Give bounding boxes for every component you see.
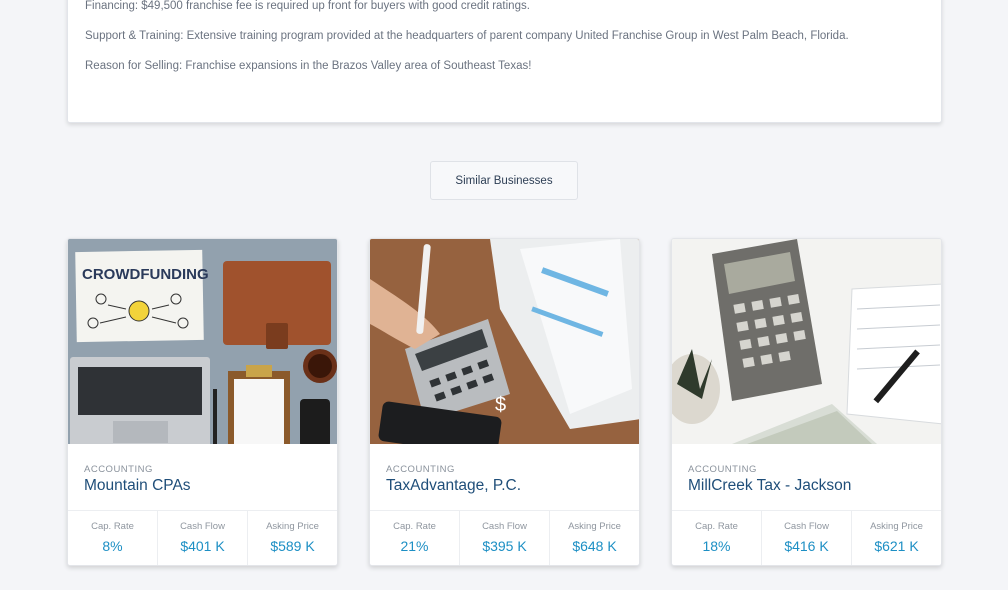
similar-businesses-button[interactable]: Similar Businesses xyxy=(430,161,578,200)
stat-cash-flow: Cash Flow $416 K xyxy=(761,511,851,565)
stat-cash-flow: Cash Flow $395 K xyxy=(459,511,549,565)
business-image: $ xyxy=(370,239,639,444)
stat-label: Cap. Rate xyxy=(393,521,436,532)
stat-label: Cash Flow xyxy=(784,521,829,532)
business-category: ACCOUNTING xyxy=(84,464,153,475)
business-card[interactable]: $ ACCOUNTING TaxAdvantage, P.C. Cap. Rat… xyxy=(369,238,640,566)
stat-value: $648 K xyxy=(572,538,617,554)
stat-value: $621 K xyxy=(874,538,919,554)
reason-for-selling-text: Reason for Selling: Franchise expansions… xyxy=(85,60,532,72)
business-image xyxy=(672,239,941,444)
stat-label: Cap. Rate xyxy=(695,521,738,532)
stat-label: Cash Flow xyxy=(180,521,225,532)
stat-asking-price: Asking Price $648 K xyxy=(549,511,639,565)
description-card: Financing: $49,500 franchise fee is requ… xyxy=(67,0,942,123)
stat-value: $416 K xyxy=(784,538,829,554)
stat-value: 21% xyxy=(400,538,429,554)
stat-asking-price: Asking Price $589 K xyxy=(247,511,337,565)
business-title[interactable]: TaxAdvantage, P.C. xyxy=(386,477,521,495)
business-stats: Cap. Rate 18% Cash Flow $416 K Asking Pr… xyxy=(672,511,941,565)
stat-label: Cash Flow xyxy=(482,521,527,532)
business-card[interactable]: ACCOUNTING MillCreek Tax - Jackson Cap. … xyxy=(671,238,942,566)
dollar-sign-image-text: $ xyxy=(495,394,506,416)
stat-label: Asking Price xyxy=(568,521,621,532)
stat-asking-price: Asking Price $621 K xyxy=(851,511,941,565)
stat-cap-rate: Cap. Rate 8% xyxy=(68,511,157,565)
crowdfunding-image-text: CROWDFUNDING xyxy=(82,266,209,283)
business-category: ACCOUNTING xyxy=(386,464,455,475)
stat-label: Asking Price xyxy=(266,521,319,532)
stat-cap-rate: Cap. Rate 21% xyxy=(370,511,459,565)
business-stats: Cap. Rate 21% Cash Flow $395 K Asking Pr… xyxy=(370,511,639,565)
business-card[interactable]: CROWDFUNDING ACCOUNTING Mountain CPAs Ca… xyxy=(67,238,338,566)
business-stats: Cap. Rate 8% Cash Flow $401 K Asking Pri… xyxy=(68,511,337,565)
stat-value: $395 K xyxy=(482,538,527,554)
stat-value: 18% xyxy=(702,538,731,554)
stat-value: $401 K xyxy=(180,538,225,554)
stat-label: Cap. Rate xyxy=(91,521,134,532)
business-title[interactable]: MillCreek Tax - Jackson xyxy=(688,477,851,495)
stat-value: 8% xyxy=(102,538,123,554)
stat-value: $589 K xyxy=(270,538,315,554)
business-title[interactable]: Mountain CPAs xyxy=(84,477,191,495)
stat-label: Asking Price xyxy=(870,521,923,532)
financing-text: Financing: $49,500 franchise fee is requ… xyxy=(85,0,530,12)
support-training-text: Support & Training: Extensive training p… xyxy=(85,30,849,42)
page: Financing: $49,500 franchise fee is requ… xyxy=(0,0,1008,590)
stat-cap-rate: Cap. Rate 18% xyxy=(672,511,761,565)
stat-cash-flow: Cash Flow $401 K xyxy=(157,511,247,565)
business-category: ACCOUNTING xyxy=(688,464,757,475)
business-image: CROWDFUNDING xyxy=(68,239,337,444)
